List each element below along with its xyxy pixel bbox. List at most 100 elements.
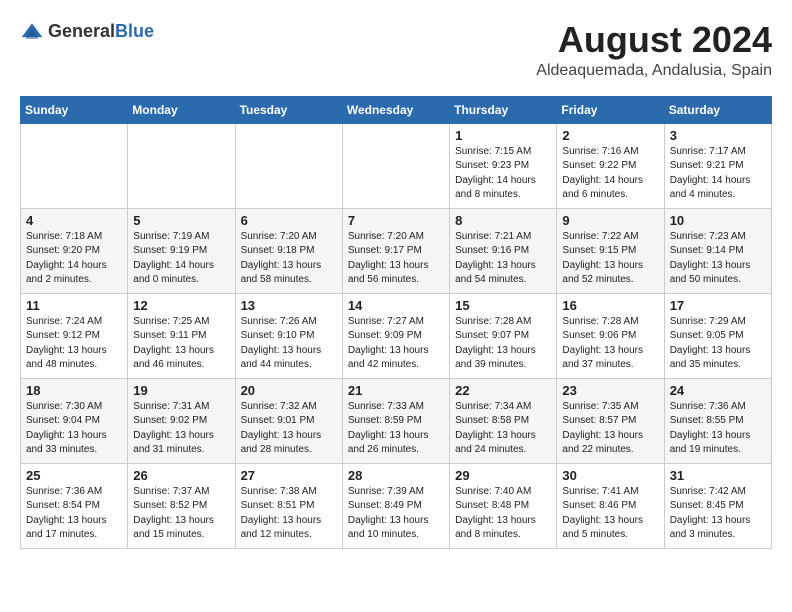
day-cell: 13 Sunrise: 7:26 AM Sunset: 9:10 PM Dayli… [235, 293, 342, 378]
calendar-header-row: SundayMondayTuesdayWednesdayThursdayFrid… [21, 96, 772, 123]
day-cell: 3 Sunrise: 7:17 AM Sunset: 9:21 PM Daylig… [664, 123, 771, 208]
month-year: August 2024 [536, 20, 772, 60]
calendar-table: SundayMondayTuesdayWednesdayThursdayFrid… [20, 96, 772, 549]
day-info: Sunrise: 7:35 AM Sunset: 8:57 PM Dayligh… [562, 400, 658, 458]
day-number: 26 [133, 468, 229, 483]
day-number: 7 [348, 213, 444, 228]
day-info: Sunrise: 7:21 AM Sunset: 9:16 PM Dayligh… [455, 230, 551, 288]
day-number: 22 [455, 383, 551, 398]
day-cell: 19Sunrise: 7:31 AM Sunset: 9:02 PM Dayli… [128, 378, 235, 463]
day-info: Sunrise: 7:19 AM Sunset: 9:19 PM Dayligh… [133, 230, 229, 288]
day-number: 30 [562, 468, 658, 483]
day-info: Sunrise: 7:15 AM Sunset: 9:23 PM Dayligh… [455, 145, 551, 203]
title-block: August 2024 Aldeaquemada, Andalusia, Spa… [536, 20, 772, 80]
day-info: Sunrise: 7:16 AM Sunset: 9:22 PM Dayligh… [562, 145, 658, 203]
day-cell: 18 Sunrise: 7:30 AM Sunset: 9:04 PM Dayli… [21, 378, 128, 463]
day-info: Sunrise: 7:20 AM Sunset: 9:18 PM Dayligh… [241, 230, 337, 288]
day-cell: 9 Sunrise: 7:22 AM Sunset: 9:15 PM Daylig… [557, 208, 664, 293]
day-number: 4 [26, 213, 122, 228]
day-info: Sunrise: 7:40 AM Sunset: 8:48 PM Dayligh… [455, 485, 551, 543]
day-number: 9 [562, 213, 658, 228]
day-number: 19 [133, 383, 229, 398]
day-info: Sunrise: 7:36 AM Sunset: 8:54 PM Dayligh… [26, 485, 122, 543]
day-info: Sunrise: 7:27 AM Sunset: 9:09 PM Dayligh… [348, 315, 444, 373]
day-number: 24 [670, 383, 766, 398]
day-cell: 17 Sunrise: 7:29 AM Sunset: 9:05 PM Dayli… [664, 293, 771, 378]
day-cell: 4 Sunrise: 7:18 AM Sunset: 9:20 PM Daylig… [21, 208, 128, 293]
day-cell: 30Sunrise: 7:41 AM Sunset: 8:46 PM Dayli… [557, 463, 664, 548]
day-cell [21, 123, 128, 208]
day-cell: 28Sunrise: 7:39 AM Sunset: 8:49 PM Dayli… [342, 463, 449, 548]
header-sunday: Sunday [21, 96, 128, 123]
day-cell: 5 Sunrise: 7:19 AM Sunset: 9:19 PM Daylig… [128, 208, 235, 293]
day-cell: 7 Sunrise: 7:20 AM Sunset: 9:17 PM Daylig… [342, 208, 449, 293]
day-cell: 10Sunrise: 7:23 AM Sunset: 9:14 PM Dayli… [664, 208, 771, 293]
day-info: Sunrise: 7:29 AM Sunset: 9:05 PM Dayligh… [670, 315, 766, 373]
day-info: Sunrise: 7:17 AM Sunset: 9:21 PM Dayligh… [670, 145, 766, 203]
day-info: Sunrise: 7:26 AM Sunset: 9:10 PM Dayligh… [241, 315, 337, 373]
day-number: 16 [562, 298, 658, 313]
day-info: Sunrise: 7:28 AM Sunset: 9:06 PM Dayligh… [562, 315, 658, 373]
day-cell [128, 123, 235, 208]
week-row-5: 25 Sunrise: 7:36 AM Sunset: 8:54 PM Dayli… [21, 463, 772, 548]
day-number: 10 [670, 213, 766, 228]
day-cell: 14 Sunrise: 7:27 AM Sunset: 9:09 PM Dayli… [342, 293, 449, 378]
day-cell: 26 Sunrise: 7:37 AM Sunset: 8:52 PM Dayli… [128, 463, 235, 548]
week-row-1: 1 Sunrise: 7:15 AM Sunset: 9:23 PM Daylig… [21, 123, 772, 208]
day-info: Sunrise: 7:42 AM Sunset: 8:45 PM Dayligh… [670, 485, 766, 543]
day-number: 28 [348, 468, 444, 483]
day-number: 2 [562, 128, 658, 143]
day-info: Sunrise: 7:33 AM Sunset: 8:59 PM Dayligh… [348, 400, 444, 458]
day-cell: 11 Sunrise: 7:24 AM Sunset: 9:12 PM Dayli… [21, 293, 128, 378]
day-number: 3 [670, 128, 766, 143]
week-row-2: 4 Sunrise: 7:18 AM Sunset: 9:20 PM Daylig… [21, 208, 772, 293]
day-cell: 27Sunrise: 7:38 AM Sunset: 8:51 PM Dayli… [235, 463, 342, 548]
day-info: Sunrise: 7:18 AM Sunset: 9:20 PM Dayligh… [26, 230, 122, 288]
day-cell: 29Sunrise: 7:40 AM Sunset: 8:48 PM Dayli… [450, 463, 557, 548]
calendar-body: 1 Sunrise: 7:15 AM Sunset: 9:23 PM Daylig… [21, 123, 772, 548]
day-cell: 1 Sunrise: 7:15 AM Sunset: 9:23 PM Daylig… [450, 123, 557, 208]
day-number: 23 [562, 383, 658, 398]
day-cell: 31 Sunrise: 7:42 AM Sunset: 8:45 PM Dayli… [664, 463, 771, 548]
day-cell: 25 Sunrise: 7:36 AM Sunset: 8:54 PM Dayli… [21, 463, 128, 548]
logo-text: GeneralBlue [48, 22, 154, 42]
header-tuesday: Tuesday [235, 96, 342, 123]
day-info: Sunrise: 7:25 AM Sunset: 9:11 PM Dayligh… [133, 315, 229, 373]
day-info: Sunrise: 7:30 AM Sunset: 9:04 PM Dayligh… [26, 400, 122, 458]
day-info: Sunrise: 7:37 AM Sunset: 8:52 PM Dayligh… [133, 485, 229, 543]
day-number: 20 [241, 383, 337, 398]
day-number: 1 [455, 128, 551, 143]
day-number: 17 [670, 298, 766, 313]
day-info: Sunrise: 7:22 AM Sunset: 9:15 PM Dayligh… [562, 230, 658, 288]
logo: GeneralBlue [20, 20, 154, 44]
day-cell: 8Sunrise: 7:21 AM Sunset: 9:16 PM Daylig… [450, 208, 557, 293]
day-number: 25 [26, 468, 122, 483]
day-cell: 16 Sunrise: 7:28 AM Sunset: 9:06 PM Dayli… [557, 293, 664, 378]
day-cell [235, 123, 342, 208]
day-cell: 21Sunrise: 7:33 AM Sunset: 8:59 PM Dayli… [342, 378, 449, 463]
day-info: Sunrise: 7:24 AM Sunset: 9:12 PM Dayligh… [26, 315, 122, 373]
day-number: 14 [348, 298, 444, 313]
day-cell: 12 Sunrise: 7:25 AM Sunset: 9:11 PM Dayli… [128, 293, 235, 378]
page-header: GeneralBlue August 2024 Aldeaquemada, An… [20, 20, 772, 80]
header-monday: Monday [128, 96, 235, 123]
day-number: 13 [241, 298, 337, 313]
day-cell: 6 Sunrise: 7:20 AM Sunset: 9:18 PM Daylig… [235, 208, 342, 293]
logo-icon [20, 20, 44, 44]
day-number: 11 [26, 298, 122, 313]
header-saturday: Saturday [664, 96, 771, 123]
day-info: Sunrise: 7:20 AM Sunset: 9:17 PM Dayligh… [348, 230, 444, 288]
day-number: 6 [241, 213, 337, 228]
day-number: 18 [26, 383, 122, 398]
day-number: 31 [670, 468, 766, 483]
header-wednesday: Wednesday [342, 96, 449, 123]
day-cell [342, 123, 449, 208]
day-info: Sunrise: 7:28 AM Sunset: 9:07 PM Dayligh… [455, 315, 551, 373]
day-number: 5 [133, 213, 229, 228]
day-info: Sunrise: 7:36 AM Sunset: 8:55 PM Dayligh… [670, 400, 766, 458]
day-number: 12 [133, 298, 229, 313]
day-info: Sunrise: 7:32 AM Sunset: 9:01 PM Dayligh… [241, 400, 337, 458]
header-thursday: Thursday [450, 96, 557, 123]
location: Aldeaquemada, Andalusia, Spain [536, 62, 772, 80]
day-cell: 20 Sunrise: 7:32 AM Sunset: 9:01 PM Dayli… [235, 378, 342, 463]
